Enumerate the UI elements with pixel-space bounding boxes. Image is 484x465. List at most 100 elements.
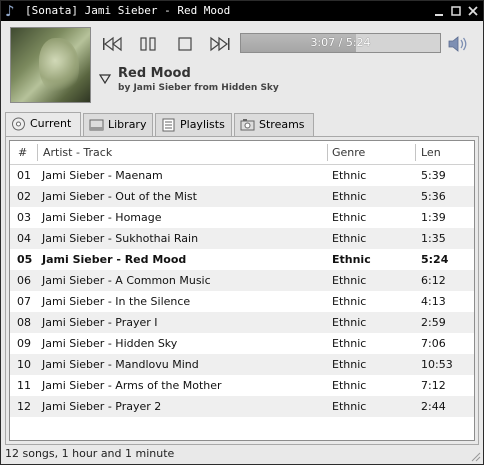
column-header-genre[interactable]: Genre	[332, 141, 365, 164]
disc-icon	[11, 117, 26, 131]
next-icon	[210, 36, 230, 52]
genre: Ethnic	[332, 337, 367, 350]
sonata-window: ♪ [Sonata] Jami Sieber - Red Mood 3:07 /…	[0, 0, 484, 465]
playlist-icon	[161, 118, 176, 132]
length: 10:53	[421, 358, 453, 371]
tab-playlists-label: Playlists	[180, 118, 225, 131]
table-row[interactable]: 01 Jami Sieber - Maenam Ethnic 5:39	[10, 165, 474, 186]
album-art[interactable]	[10, 27, 91, 103]
resize-grip-icon[interactable]	[469, 450, 481, 462]
genre: Ethnic	[332, 190, 367, 203]
speaker-icon	[448, 36, 467, 52]
title-bar[interactable]: ♪ [Sonata] Jami Sieber - Red Mood	[1, 1, 483, 21]
genre: Ethnic	[332, 379, 367, 392]
length: 2:59	[421, 316, 446, 329]
tab-bar: Current Library Playlists Streams	[5, 112, 479, 137]
close-icon[interactable]	[467, 5, 479, 17]
genre: Ethnic	[332, 358, 367, 371]
table-row[interactable]: 12 Jami Sieber - Prayer 2 Ethnic 2:44	[10, 396, 474, 417]
length: 1:35	[421, 232, 446, 245]
genre: Ethnic	[332, 295, 367, 308]
column-divider[interactable]	[327, 144, 328, 161]
tab-current[interactable]: Current	[5, 112, 81, 137]
previous-icon	[103, 36, 122, 52]
length: 4:13	[421, 295, 446, 308]
stop-icon	[178, 37, 192, 51]
table-row-current[interactable]: 05 Jami Sieber - Red Mood Ethnic 5:24	[10, 249, 474, 270]
tab-library-label: Library	[108, 118, 147, 131]
genre: Ethnic	[332, 316, 367, 329]
triangle-down-icon	[98, 74, 112, 85]
table-row[interactable]: 09 Jami Sieber - Hidden Sky Ethnic 7:06	[10, 333, 474, 354]
tab-library[interactable]: Library	[83, 113, 153, 136]
volume-button[interactable]	[447, 35, 469, 53]
status-text: 12 songs, 1 hour and 1 minute	[5, 447, 175, 460]
artist-track: Jami Sieber - Maenam	[42, 169, 163, 182]
track-number: 03	[17, 211, 31, 224]
length: 5:24	[421, 253, 449, 266]
genre: Ethnic	[332, 253, 371, 266]
artist-track: Jami Sieber - Sukhothai Rain	[42, 232, 199, 245]
stop-button[interactable]	[173, 33, 197, 55]
tab-streams[interactable]: Streams	[234, 113, 314, 136]
length: 7:12	[421, 379, 446, 392]
table-row[interactable]: 11 Jami Sieber - Arms of the Mother Ethnic…	[10, 375, 474, 396]
track-number: 04	[17, 232, 31, 245]
track-number: 09	[17, 337, 31, 350]
current-tab-panel: # Artist - Track Genre Len 01 Jami Sieber…	[5, 136, 479, 445]
table-row[interactable]: 07 Jami Sieber - In the Silence Ethnic 4:13	[10, 291, 474, 312]
track-number: 02	[17, 190, 31, 203]
table-row[interactable]: 06 Jami Sieber - A Common Music Ethnic 6:12	[10, 270, 474, 291]
column-header-length[interactable]: Len	[421, 141, 441, 164]
song-title: Red Mood	[118, 66, 191, 81]
music-note-icon: ♪	[5, 2, 15, 20]
artist-track: Jami Sieber - Arms of the Mother	[42, 379, 222, 392]
genre: Ethnic	[332, 400, 367, 413]
artist-track: Jami Sieber - A Common Music	[42, 274, 211, 287]
artist-track: Jami Sieber - Red Mood	[42, 253, 187, 266]
table-row[interactable]: 02 Jami Sieber - Out of the Mist Ethnic 5:3…	[10, 186, 474, 207]
column-header-artist-track[interactable]: Artist - Track	[43, 141, 112, 164]
playlist-table[interactable]: # Artist - Track Genre Len 01 Jami Sieber…	[9, 140, 475, 441]
pause-button[interactable]	[137, 33, 161, 55]
table-row[interactable]: 10 Jami Sieber - Mandlovu Mind Ethnic 10:53	[10, 354, 474, 375]
column-header-number[interactable]: #	[18, 141, 27, 164]
table-row[interactable]: 03 Jami Sieber - Homage Ethnic 1:39	[10, 207, 474, 228]
length: 1:39	[421, 211, 446, 224]
progress-bar[interactable]: 3:07 / 5:24	[240, 33, 441, 53]
column-divider[interactable]	[37, 144, 38, 161]
maximize-icon[interactable]	[450, 5, 462, 17]
length: 7:06	[421, 337, 446, 350]
table-row[interactable]: 04 Jami Sieber - Sukhothai Rain Ethnic 1:35	[10, 228, 474, 249]
artist-track: Jami Sieber - Prayer 2	[42, 400, 162, 413]
tab-current-label: Current	[30, 117, 72, 130]
artist-track: Jami Sieber - Out of the Mist	[42, 190, 197, 203]
length: 6:12	[421, 274, 446, 287]
window-title: [Sonata] Jami Sieber - Red Mood	[25, 4, 231, 17]
genre: Ethnic	[332, 232, 367, 245]
next-track-button[interactable]	[208, 33, 232, 55]
library-icon	[89, 118, 104, 132]
track-number: 05	[17, 253, 33, 266]
minimize-icon[interactable]	[433, 5, 445, 17]
genre: Ethnic	[332, 211, 367, 224]
progress-time: 3:07 / 5:24	[310, 36, 371, 49]
artist-track: Jami Sieber - Prayer I	[42, 316, 158, 329]
artist-track: Jami Sieber - In the Silence	[42, 295, 191, 308]
track-number: 06	[17, 274, 31, 287]
expander-toggle[interactable]	[98, 74, 112, 85]
track-number: 01	[17, 169, 31, 182]
previous-track-button[interactable]	[101, 33, 125, 55]
player-header: 3:07 / 5:24 Red Mood by Jami Sieber from…	[1, 21, 483, 111]
table-row[interactable]: 08 Jami Sieber - Prayer I Ethnic 2:59	[10, 312, 474, 333]
track-number: 08	[17, 316, 31, 329]
length: 2:44	[421, 400, 446, 413]
track-number: 12	[17, 400, 31, 413]
tab-playlists[interactable]: Playlists	[155, 113, 232, 136]
table-header: # Artist - Track Genre Len	[10, 141, 474, 165]
song-subtitle: by Jami Sieber from Hidden Sky	[118, 83, 279, 93]
genre: Ethnic	[332, 169, 367, 182]
length: 5:39	[421, 169, 446, 182]
column-divider[interactable]	[415, 144, 416, 161]
artist-track: Jami Sieber - Mandlovu Mind	[42, 358, 199, 371]
